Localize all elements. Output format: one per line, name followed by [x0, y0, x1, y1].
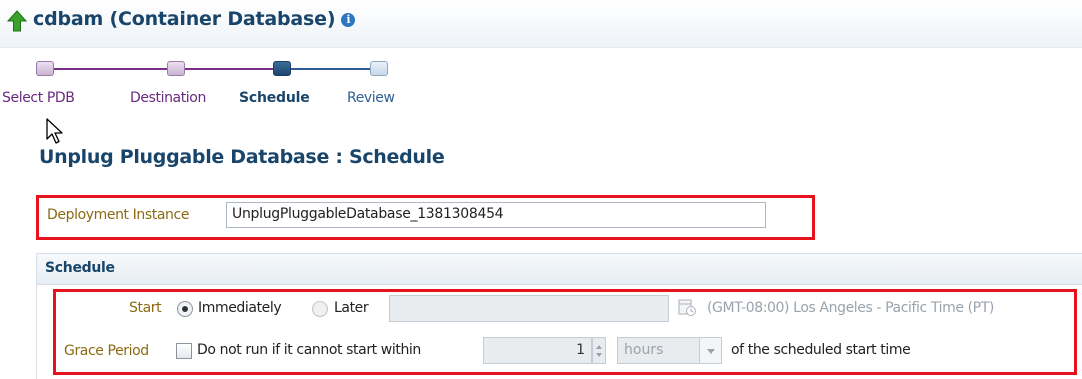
up-arrow-icon[interactable] — [7, 10, 27, 32]
database-title: cdbam (Container Database) i — [33, 8, 356, 30]
schedule-section-header: Schedule — [37, 254, 1082, 285]
info-icon[interactable]: i — [341, 13, 356, 27]
page-header: cdbam (Container Database) i — [0, 0, 1082, 48]
immediately-radio[interactable] — [177, 301, 193, 317]
grace-period-unit-value: hours — [624, 342, 664, 358]
deployment-instance-label: Deployment Instance — [47, 207, 190, 223]
grace-period-spinner — [592, 337, 606, 364]
train-step-schedule: Schedule — [239, 90, 310, 106]
train-stop-review — [370, 61, 388, 76]
train-step-review: Review — [347, 90, 395, 106]
grace-period-checkbox[interactable] — [176, 343, 192, 359]
train-connector — [282, 68, 378, 70]
train-stop-select-pdb[interactable] — [36, 61, 54, 76]
immediately-label[interactable]: Immediately — [198, 300, 282, 316]
spinner-up-icon — [596, 345, 602, 349]
calendar-icon[interactable] — [678, 297, 696, 317]
grace-period-label: Grace Period — [64, 343, 149, 359]
start-datetime-input — [389, 295, 669, 322]
later-radio[interactable] — [312, 301, 328, 317]
grace-period-value-input: 1 — [483, 337, 592, 364]
grace-period-unit-select: hours — [617, 337, 722, 364]
later-label[interactable]: Later — [334, 300, 369, 316]
dropdown-arrow-icon — [699, 338, 721, 363]
timezone-label: (GMT-08:00) Los Angeles - Pacific Time (… — [707, 300, 994, 316]
database-title-text: cdbam (Container Database) — [33, 8, 336, 30]
train-step-destination[interactable]: Destination — [130, 90, 206, 106]
deployment-instance-input[interactable]: UnplugPluggableDatabase_1381308454 — [226, 202, 766, 228]
grace-period-checkbox-label[interactable]: Do not run if it cannot start within — [197, 342, 421, 358]
schedule-section-title: Schedule — [45, 260, 115, 276]
page-title: Unplug Pluggable Database : Schedule — [39, 146, 445, 168]
start-label: Start — [129, 300, 162, 316]
train-step-select-pdb[interactable]: Select PDB — [2, 90, 75, 106]
mouse-pointer-icon — [46, 118, 63, 144]
train-connector — [44, 68, 282, 70]
spinner-down-icon — [596, 353, 602, 357]
train-stop-schedule — [273, 61, 291, 76]
train-stop-destination[interactable] — [167, 61, 185, 76]
grace-period-suffix: of the scheduled start time — [731, 342, 911, 358]
